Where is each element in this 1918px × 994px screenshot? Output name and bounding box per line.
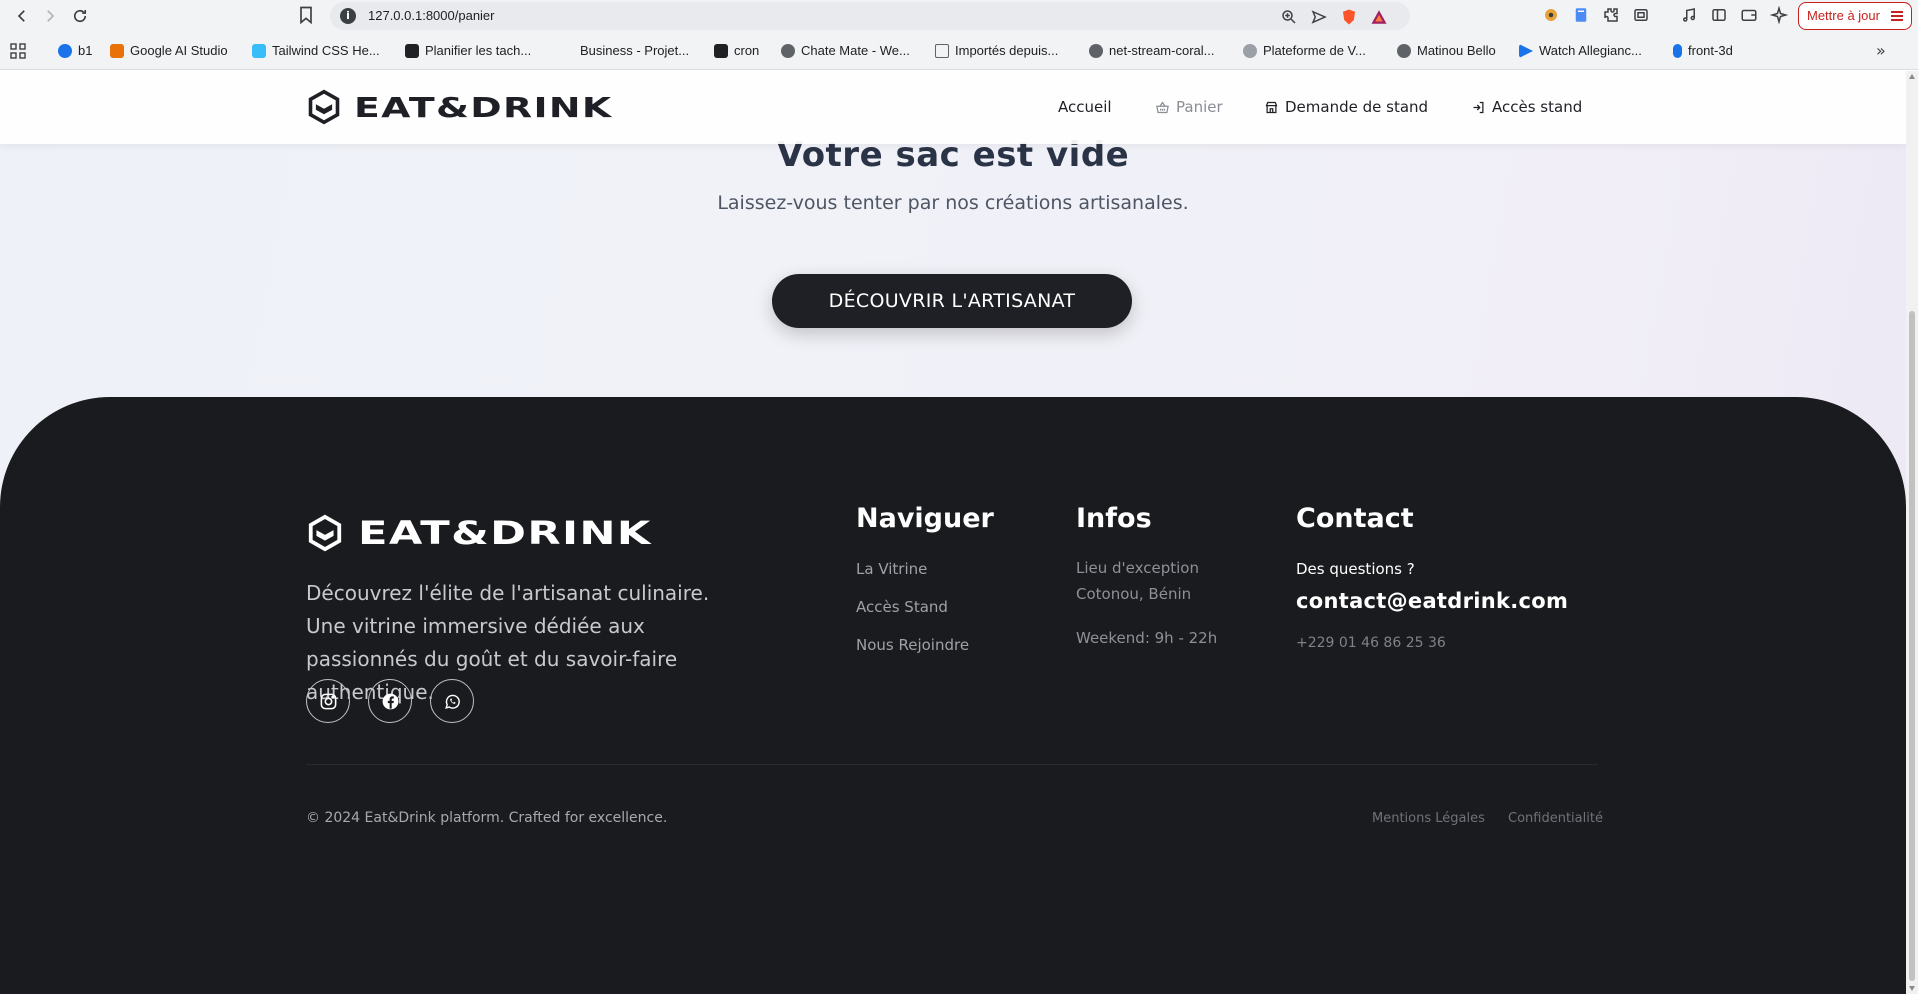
- address-bar[interactable]: i 127.0.0.1:8000/panier: [330, 2, 1410, 30]
- bookmark-favicon: [714, 44, 728, 58]
- site-footer: EAT&DRINK Découvrez l'élite de l'artisan…: [0, 397, 1906, 994]
- brand-hexagon-icon: [308, 89, 340, 125]
- scrollbar-thumb[interactable]: [1909, 311, 1915, 981]
- zoom-icon[interactable]: [1280, 8, 1298, 26]
- bookmark-favicon: [1519, 44, 1533, 58]
- footer-link-mentions-legales[interactable]: Mentions Légales: [1372, 811, 1485, 826]
- brave-rewards-icon[interactable]: [1370, 8, 1388, 26]
- footer-contact-title: Contact: [1296, 503, 1414, 534]
- login-icon: [1473, 101, 1484, 113]
- browser-chrome: i 127.0.0.1:8000/panier Mettre à jour b1…: [0, 0, 1918, 70]
- whatsapp-icon: [444, 694, 460, 709]
- bookmark-item[interactable]: front-3d: [1673, 41, 1733, 61]
- bookmark-favicon: [252, 44, 266, 58]
- bookmarks-more-icon[interactable]: »: [1876, 41, 1886, 60]
- footer-link-acces-stand[interactable]: Accès Stand: [856, 598, 948, 616]
- site-info-icon[interactable]: i: [340, 8, 356, 24]
- wallet-icon[interactable]: [1740, 6, 1760, 26]
- extensions-puzzle-icon[interactable]: [1602, 6, 1622, 26]
- bookmark-item[interactable]: Planifier les tach...: [405, 41, 531, 61]
- nav-demande-de-stand[interactable]: Demande de stand: [1264, 95, 1428, 119]
- footer-divider: [306, 764, 1598, 765]
- footer-contact-question: Des questions ?: [1296, 560, 1415, 578]
- store-icon: [1265, 101, 1278, 113]
- bookmark-item[interactable]: net-stream-coral...: [1089, 41, 1214, 61]
- sidebar-icon[interactable]: [1710, 6, 1730, 26]
- bookmark-favicon: [405, 44, 419, 58]
- music-icon[interactable]: [1680, 6, 1700, 26]
- bookmarks-bar: b1 Google AI Studio Tailwind CSS He... P…: [0, 38, 1918, 64]
- footer-place-line2: Cotonou, Bénin: [1076, 585, 1192, 603]
- update-browser-button[interactable]: Mettre à jour: [1798, 2, 1912, 30]
- update-label: Mettre à jour: [1807, 8, 1880, 23]
- bookmark-favicon: [1397, 44, 1411, 58]
- extension-doc-icon[interactable]: [1572, 6, 1592, 26]
- bookmark-item[interactable]: Google AI Studio: [110, 41, 228, 61]
- bookmark-favicon: [110, 44, 124, 58]
- scroll-down-icon[interactable]: [1909, 986, 1915, 991]
- footer-place-line1: Lieu d'exception: [1076, 559, 1199, 577]
- footer-contact-phone: +229 01 46 86 25 36: [1296, 635, 1446, 651]
- scroll-up-icon[interactable]: [1909, 74, 1915, 79]
- empty-cart-subtitle: Laissez-vous tenter par nos créations ar…: [717, 192, 1189, 214]
- forward-icon[interactable]: [38, 4, 62, 28]
- screenshot-icon[interactable]: [1632, 6, 1652, 26]
- bookmark-item[interactable]: Watch Allegianc...: [1519, 41, 1642, 61]
- footer-infos-title: Infos: [1076, 503, 1152, 534]
- bookmark-item[interactable]: Matinou Bello: [1397, 41, 1496, 61]
- facebook-link[interactable]: [368, 679, 412, 723]
- bookmark-folder[interactable]: Importés depuis...: [935, 41, 1058, 61]
- page-scrollbar[interactable]: [1906, 71, 1918, 994]
- apps-grid-icon[interactable]: [10, 43, 26, 59]
- menu-icon: [1891, 11, 1903, 21]
- url-text[interactable]: 127.0.0.1:8000/panier: [368, 8, 495, 23]
- bookmark-item[interactable]: b1: [58, 41, 92, 61]
- bookmark-item[interactable]: Chate Mate - We...: [781, 41, 910, 61]
- folder-icon: [935, 44, 949, 58]
- bookmark-item[interactable]: Business - Projet...: [560, 41, 689, 61]
- bookmark-favicon: [1243, 44, 1257, 58]
- footer-contact-email[interactable]: contact@eatdrink.com: [1296, 589, 1568, 613]
- footer-nav-title: Naviguer: [856, 503, 994, 534]
- instagram-icon: [320, 693, 336, 709]
- instagram-link[interactable]: [306, 679, 350, 723]
- footer-link-vitrine[interactable]: La Vitrine: [856, 560, 927, 578]
- extension-gear-icon[interactable]: [1542, 6, 1562, 26]
- basket-icon: [1156, 100, 1169, 113]
- footer-link-nous-rejoindre[interactable]: Nous Rejoindre: [856, 636, 969, 654]
- brand-hexagon-icon: [308, 514, 342, 552]
- header-logo[interactable]: EAT&DRINK: [306, 89, 611, 125]
- bookmark-item[interactable]: Plateforme de V...: [1243, 41, 1366, 61]
- send-icon[interactable]: [1310, 8, 1328, 26]
- footer-hours: Weekend: 9h - 22h: [1076, 629, 1218, 647]
- browser-toolbar: i 127.0.0.1:8000/panier Mettre à jour: [0, 0, 1918, 32]
- back-icon[interactable]: [10, 4, 34, 28]
- bookmark-page-icon[interactable]: [296, 5, 318, 27]
- footer-brand-name: EAT&DRINK: [358, 514, 652, 552]
- footer-logo[interactable]: EAT&DRINK: [306, 513, 650, 553]
- nav-acces-stand[interactable]: Accès stand: [1471, 95, 1582, 119]
- bookmark-favicon: [560, 44, 574, 58]
- reload-icon[interactable]: [68, 4, 92, 28]
- bookmark-favicon: [58, 44, 72, 58]
- bookmark-item[interactable]: cron: [714, 41, 759, 61]
- social-links: [306, 679, 474, 723]
- whatsapp-link[interactable]: [430, 679, 474, 723]
- bookmark-favicon: [1089, 44, 1103, 58]
- bookmark-favicon: [781, 44, 795, 58]
- page-viewport: EAT&DRINK Accueil Panier Demande de stan…: [0, 71, 1906, 994]
- nav-panier[interactable]: Panier: [1155, 95, 1223, 119]
- microphone-icon: [1673, 44, 1682, 58]
- facebook-icon: [382, 693, 398, 709]
- footer-copyright: © 2024 Eat&Drink platform. Crafted for e…: [306, 810, 668, 826]
- site-header: EAT&DRINK Accueil Panier Demande de stan…: [0, 71, 1906, 144]
- discover-artisanat-button[interactable]: DÉCOUVRIR L'ARTISANAT: [772, 274, 1132, 328]
- leo-ai-icon[interactable]: [1769, 5, 1790, 26]
- footer-link-confidentialite[interactable]: Confidentialité: [1508, 811, 1603, 826]
- brave-shield-icon[interactable]: [1340, 8, 1358, 26]
- brand-name: EAT&DRINK: [354, 90, 613, 124]
- bookmark-item[interactable]: Tailwind CSS He...: [252, 41, 380, 61]
- nav-accueil[interactable]: Accueil: [1058, 95, 1112, 119]
